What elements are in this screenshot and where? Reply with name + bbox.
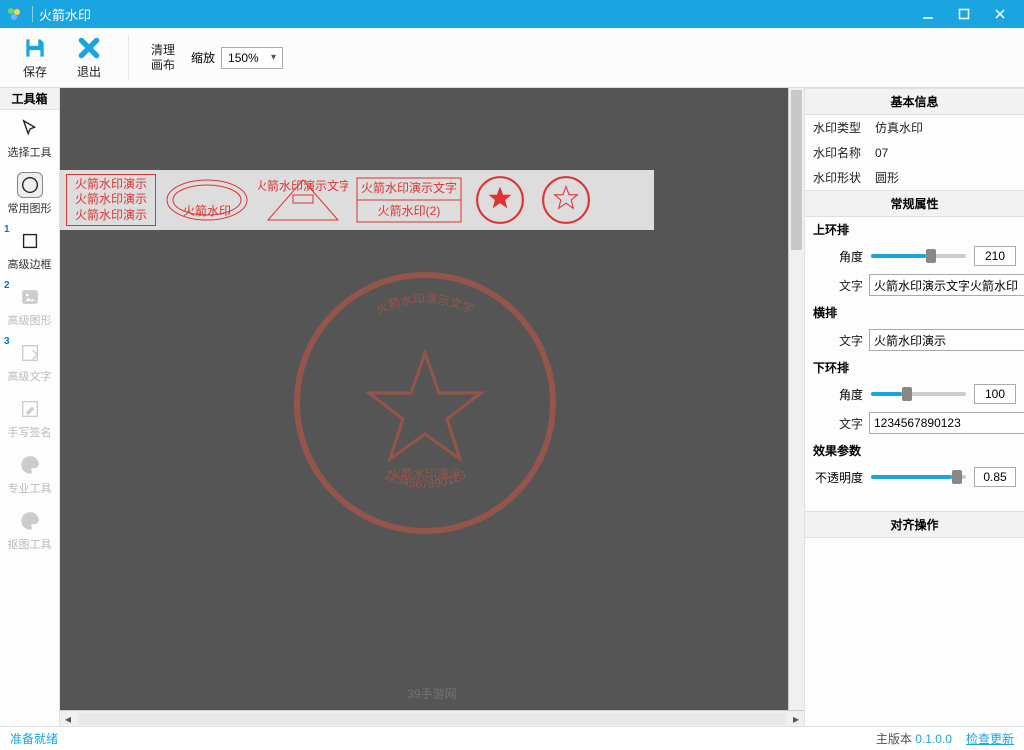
vertical-scrollbar[interactable] — [788, 88, 804, 710]
chevron-down-icon: ▾ — [271, 52, 276, 63]
titlebar: 火箭水印 — [0, 0, 1024, 28]
tool-handwrite[interactable]: 手写签名 — [0, 390, 59, 446]
svg-text:火箭水印: 火箭水印 — [183, 203, 231, 218]
tool-advanced-text[interactable]: 3 高级文字 — [0, 334, 59, 390]
tool-pro[interactable]: 专业工具 — [0, 446, 59, 502]
top-angle-input[interactable] — [974, 246, 1016, 266]
minimize-button[interactable] — [910, 0, 946, 28]
version-number: 0.1.0.0 — [915, 732, 952, 746]
canvas-watermark-text: 39手游网 — [407, 685, 456, 702]
svg-text:火箭水印演示文字: 火箭水印演示文字 — [258, 178, 348, 193]
bottom-text-input[interactable] — [869, 412, 1024, 434]
gallery-rect[interactable]: 火箭水印演示文字火箭水印(2) — [354, 174, 464, 226]
tool-select[interactable]: 选择工具 — [0, 110, 59, 166]
exit-button[interactable]: 退出 — [66, 35, 112, 80]
horizontal-scrollbar[interactable]: ◂▸ — [60, 710, 804, 726]
titlebar-divider — [32, 6, 33, 22]
gallery-text-block[interactable]: 火箭水印演示 火箭水印演示 火箭水印演示 — [66, 174, 156, 226]
subhead-top-ring: 上环排 — [805, 217, 1024, 242]
gallery-circle-1[interactable] — [470, 174, 530, 226]
section-basic-info: 基本信息 — [805, 88, 1024, 115]
toolbox-header: 工具箱 — [0, 88, 59, 110]
check-update-link[interactable]: 检查更新 — [966, 730, 1014, 747]
tool-common-shapes[interactable]: 常用图形 — [0, 166, 59, 222]
toolbox: 工具箱 选择工具 常用图形 1 高级边框 2 高级图形 3 高级文字 手写签名 — [0, 88, 60, 726]
app-icon — [6, 6, 22, 22]
subhead-horiz: 横排 — [805, 300, 1024, 325]
gallery-triangle[interactable]: 火箭水印演示文字 — [258, 174, 348, 226]
close-button[interactable] — [982, 0, 1018, 28]
section-align: 对齐操作 — [805, 511, 1024, 538]
status-bar: 准备就绪 主版本 0.1.0.0 检查更新 — [0, 726, 1024, 750]
tool-advanced-shape[interactable]: 2 高级图形 — [0, 278, 59, 334]
canvas-viewport[interactable]: 火箭水印演示 火箭水印演示 火箭水印演示 火箭水印 火箭水印演示文字 火箭水印演… — [60, 88, 804, 710]
subhead-fx: 效果参数 — [805, 438, 1024, 463]
zoom-select[interactable]: 150% ▾ — [221, 47, 283, 69]
section-general: 常规属性 — [805, 190, 1024, 217]
top-text-input[interactable] — [869, 274, 1024, 296]
save-button[interactable]: 保存 — [12, 35, 58, 80]
opacity-slider[interactable] — [871, 475, 966, 479]
gallery-ellipse[interactable]: 火箭水印 — [162, 174, 252, 226]
maximize-button[interactable] — [946, 0, 982, 28]
top-angle-slider[interactable] — [871, 254, 966, 258]
shape-gallery: 火箭水印演示 火箭水印演示 火箭水印演示 火箭水印 火箭水印演示文字 火箭水印演… — [60, 170, 654, 230]
opacity-input[interactable] — [974, 467, 1016, 487]
bottom-angle-input[interactable] — [974, 384, 1016, 404]
svg-text:火箭水印(2): 火箭水印(2) — [378, 203, 441, 218]
svg-text:火箭水印演示文字: 火箭水印演示文字 — [361, 180, 457, 195]
status-ready: 准备就绪 — [10, 730, 862, 747]
horiz-text-input[interactable] — [869, 329, 1024, 351]
bottom-angle-slider[interactable] — [871, 392, 966, 396]
clear-canvas-button[interactable]: 清理 画布 — [145, 39, 181, 76]
canvas-stamp[interactable]: 火箭水印演示文字 火箭水印演示 1234567890123 — [290, 268, 560, 538]
tool-matting[interactable]: 抠图工具 — [0, 502, 59, 558]
subhead-bottom-ring: 下环排 — [805, 355, 1024, 380]
svg-text:火箭水印演示文字: 火箭水印演示文字 — [374, 291, 476, 317]
canvas-area: 火箭水印演示 火箭水印演示 火箭水印演示 火箭水印 火箭水印演示文字 火箭水印演… — [60, 88, 804, 726]
window-title: 火箭水印 — [39, 5, 91, 24]
gallery-circle-2[interactable] — [536, 174, 596, 226]
tool-advanced-border[interactable]: 1 高级边框 — [0, 222, 59, 278]
ribbon: 保存 退出 清理 画布 缩放 150% ▾ — [0, 28, 1024, 88]
properties-panel: 基本信息 水印类型仿真水印 水印名称07 水印形状圆形 常规属性 上环排 角度 … — [804, 88, 1024, 726]
zoom-label: 缩放 — [191, 49, 215, 66]
